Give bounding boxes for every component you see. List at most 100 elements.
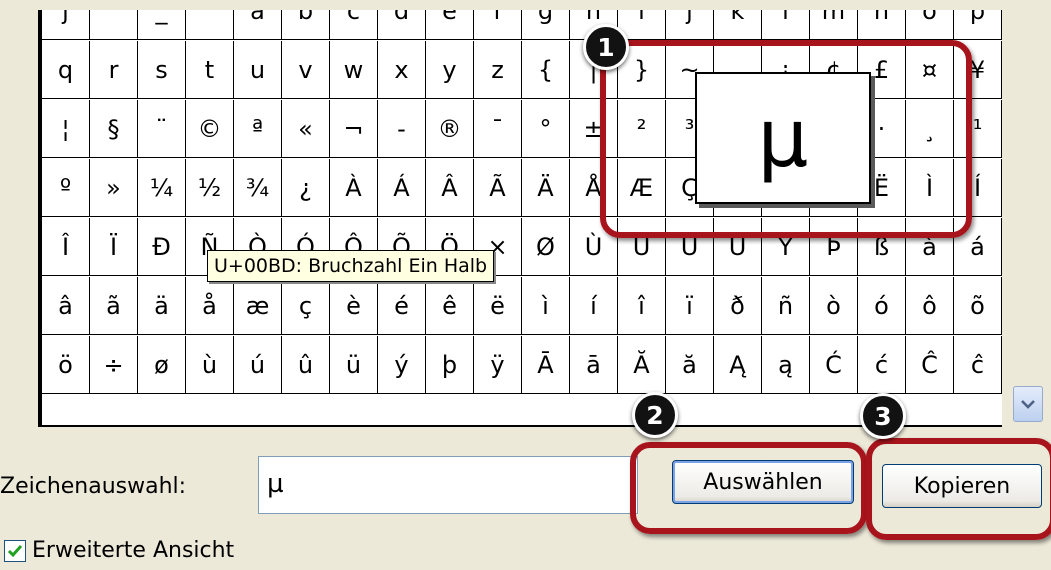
character-cell[interactable]: ð: [714, 277, 762, 335]
character-cell[interactable]: ñ: [762, 277, 810, 335]
character-cell[interactable]: ¾: [234, 159, 282, 217]
character-cell[interactable]: á: [954, 218, 1002, 276]
character-cell[interactable]: Ć: [810, 336, 858, 394]
character-cell[interactable]: {: [522, 41, 570, 99]
character-cell[interactable]: ß: [858, 218, 906, 276]
character-cell[interactable]: w: [330, 41, 378, 99]
character-cell[interactable]: ²: [618, 100, 666, 158]
character-cell[interactable]: ä: [138, 277, 186, 335]
select-button[interactable]: Auswählen: [672, 460, 854, 504]
character-cell[interactable]: º: [42, 159, 90, 217]
character-cell[interactable]: y: [426, 41, 474, 99]
character-cell[interactable]: Ý: [762, 218, 810, 276]
character-cell[interactable]: o: [906, 10, 954, 40]
character-cell[interactable]: õ: [954, 277, 1002, 335]
character-cell[interactable]: ĉ: [954, 336, 1002, 394]
character-cell[interactable]: ë: [474, 277, 522, 335]
character-cell[interactable]: å: [186, 277, 234, 335]
character-cell[interactable]: _: [138, 10, 186, 40]
character-cell[interactable]: æ: [234, 277, 282, 335]
character-cell[interactable]: -: [378, 100, 426, 158]
character-cell[interactable]: ª: [234, 100, 282, 158]
character-cell[interactable]: Þ: [810, 218, 858, 276]
character-cell[interactable]: Ú: [618, 218, 666, 276]
character-cell[interactable]: j: [42, 10, 90, 40]
character-cell[interactable]: ¯: [474, 100, 522, 158]
character-cell[interactable]: â: [42, 277, 90, 335]
character-cell[interactable]: Ā: [522, 336, 570, 394]
character-cell[interactable]: t: [186, 41, 234, 99]
character-cell[interactable]: Ĉ: [906, 336, 954, 394]
copy-button[interactable]: Kopieren: [882, 464, 1042, 508]
character-cell[interactable]: q: [42, 41, 90, 99]
character-cell[interactable]: ¼: [138, 159, 186, 217]
character-cell[interactable]: »: [90, 159, 138, 217]
character-cell[interactable]: í: [570, 277, 618, 335]
character-cell[interactable]: ±: [570, 100, 618, 158]
character-cell[interactable]: ú: [234, 336, 282, 394]
character-cell[interactable]: l: [762, 10, 810, 40]
scroll-down-button[interactable]: [1013, 386, 1043, 422]
character-cell[interactable]: ¤: [906, 41, 954, 99]
character-cell[interactable]: à: [906, 218, 954, 276]
character-cell[interactable]: [186, 10, 234, 40]
character-cell[interactable]: m: [810, 10, 858, 40]
character-cell[interactable]: è: [330, 277, 378, 335]
character-cell[interactable]: Ă: [618, 336, 666, 394]
character-cell[interactable]: x: [378, 41, 426, 99]
character-cell[interactable]: °: [522, 100, 570, 158]
character-cell[interactable]: b: [282, 10, 330, 40]
character-cell[interactable]: Ü: [714, 218, 762, 276]
character-cell[interactable]: Å: [570, 159, 618, 217]
character-cell[interactable]: ă: [666, 336, 714, 394]
character-cell[interactable]: ê: [426, 277, 474, 335]
character-cell[interactable]: ó: [858, 277, 906, 335]
character-cell[interactable]: ¨: [138, 100, 186, 158]
character-cell[interactable]: e: [426, 10, 474, 40]
advanced-view-option[interactable]: Erweiterte Ansicht: [4, 538, 234, 563]
character-cell[interactable]: ý: [378, 336, 426, 394]
character-cell[interactable]: s: [138, 41, 186, 99]
character-cell[interactable]: d: [378, 10, 426, 40]
character-cell[interactable]: g: [522, 10, 570, 40]
selection-input[interactable]: µ: [258, 456, 638, 514]
character-cell[interactable]: a: [234, 10, 282, 40]
character-cell[interactable]: ¦: [42, 100, 90, 158]
character-cell[interactable]: ć: [858, 336, 906, 394]
character-cell[interactable]: z: [474, 41, 522, 99]
character-cell[interactable]: ā: [570, 336, 618, 394]
character-cell[interactable]: k: [714, 10, 762, 40]
character-cell[interactable]: Á: [378, 159, 426, 217]
character-cell[interactable]: n: [858, 10, 906, 40]
character-cell[interactable]: ò: [810, 277, 858, 335]
character-cell[interactable]: ã: [90, 277, 138, 335]
character-cell[interactable]: ¸: [906, 100, 954, 158]
character-cell[interactable]: «: [282, 100, 330, 158]
character-cell[interactable]: ½: [186, 159, 234, 217]
character-cell[interactable]: Æ: [618, 159, 666, 217]
character-cell[interactable]: ÿ: [474, 336, 522, 394]
character-cell[interactable]: ¿: [282, 159, 330, 217]
character-cell[interactable]: p: [954, 10, 1002, 40]
character-cell[interactable]: ù: [186, 336, 234, 394]
character-cell[interactable]: [90, 10, 138, 40]
character-cell[interactable]: Ą: [714, 336, 762, 394]
character-cell[interactable]: r: [90, 41, 138, 99]
character-cell[interactable]: î: [618, 277, 666, 335]
character-cell[interactable]: §: [90, 100, 138, 158]
character-cell[interactable]: û: [282, 336, 330, 394]
character-cell[interactable]: j: [666, 10, 714, 40]
character-cell[interactable]: ¹: [954, 100, 1002, 158]
character-cell[interactable]: ï: [666, 277, 714, 335]
character-cell[interactable]: ÷: [90, 336, 138, 394]
character-cell[interactable]: ì: [522, 277, 570, 335]
character-cell[interactable]: Ã: [474, 159, 522, 217]
character-cell[interactable]: c: [330, 10, 378, 40]
character-cell[interactable]: ¬: [330, 100, 378, 158]
character-cell[interactable]: þ: [426, 336, 474, 394]
character-cell[interactable]: ą: [762, 336, 810, 394]
character-cell[interactable]: ö: [42, 336, 90, 394]
character-cell[interactable]: Â: [426, 159, 474, 217]
character-cell[interactable]: Û: [666, 218, 714, 276]
character-cell[interactable]: Ð: [138, 218, 186, 276]
